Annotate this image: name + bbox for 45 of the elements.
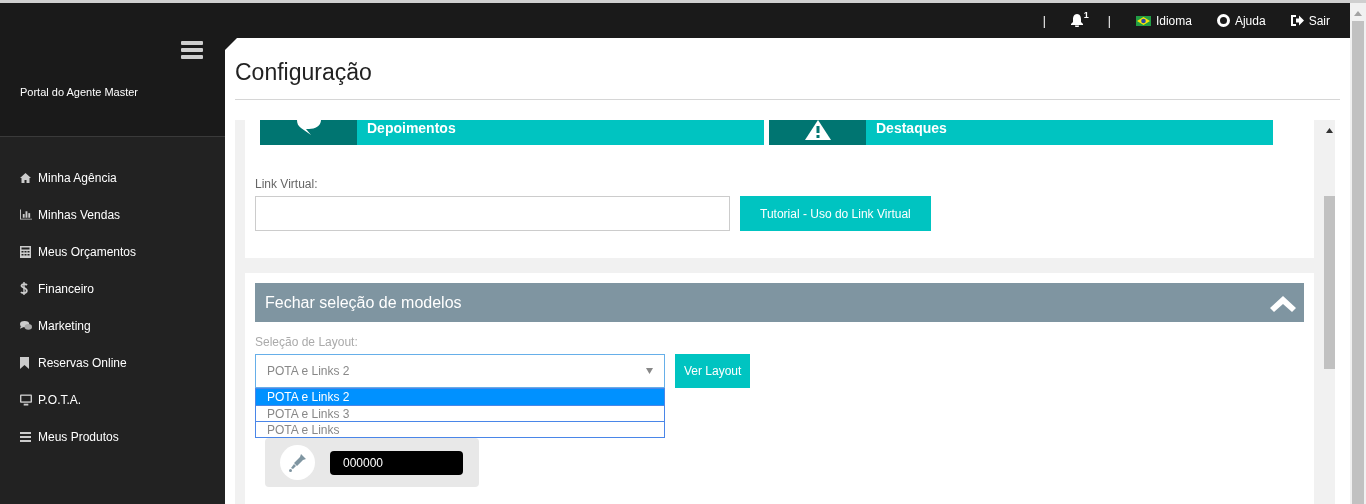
scrollbar-thumb[interactable] [1324, 196, 1335, 369]
help-link[interactable]: Ajuda [1216, 11, 1266, 30]
calculator-icon [20, 245, 31, 258]
chat-icon [20, 320, 32, 331]
sidebar-item[interactable]: Marketing [0, 307, 225, 344]
bar-chart-icon [20, 209, 32, 220]
dropdown-option[interactable]: POTA e Links [256, 421, 664, 437]
section-title: Fechar seleção de modelos [265, 292, 462, 313]
chevron-up-icon[interactable] [1268, 293, 1298, 312]
monitor-icon [20, 393, 32, 406]
sidebar-item[interactable]: Meus Produtos [0, 418, 225, 455]
speech-bubble-icon [296, 120, 321, 136]
sidebar-item[interactable]: P.O.T.A. [0, 381, 225, 418]
color-value-field[interactable]: 000000 [330, 450, 463, 475]
sidebar-item[interactable]: Meus Orçamentos [0, 233, 225, 270]
separator: | [1042, 12, 1046, 30]
logout-link[interactable]: Sair [1290, 11, 1330, 30]
dropdown-arrow-icon [646, 368, 653, 374]
field-label: Seleção de Layout: [255, 334, 359, 351]
sidebar-item[interactable]: Financeiro [0, 270, 225, 307]
home-icon [20, 172, 31, 183]
separator: | [1107, 12, 1111, 30]
field-label: Link Virtual: [255, 176, 319, 193]
bell-icon [1070, 14, 1083, 27]
scrollbar-thumb[interactable] [1352, 21, 1364, 504]
layout-select[interactable]: POTA e Links 2 [255, 354, 665, 388]
lifebuoy-icon [1216, 14, 1230, 27]
dollar-icon [20, 282, 28, 295]
portal-title: Portal do Agente Master [20, 85, 138, 100]
scroll-up-icon[interactable] [1326, 128, 1333, 133]
language-link[interactable]: Idioma [1135, 11, 1192, 30]
page-title: Configuração [235, 58, 372, 88]
dropdown-option[interactable]: POTA e Links 3 [256, 405, 664, 421]
notification-count: 1 [1083, 9, 1089, 22]
sidebar-item[interactable]: Minha Agência [0, 159, 225, 196]
flag-icon [1135, 15, 1151, 26]
sidebar-item[interactable]: Reservas Online [0, 344, 225, 381]
list-icon [20, 431, 31, 442]
sidebar-item[interactable]: Minhas Vendas [0, 196, 225, 233]
menu-icon[interactable] [181, 41, 203, 59]
eyedropper-icon[interactable] [280, 445, 315, 480]
warning-icon [804, 120, 831, 140]
bookmark-icon [20, 356, 29, 369]
link-input-field[interactable] [255, 196, 730, 231]
exit-icon [1290, 15, 1304, 26]
